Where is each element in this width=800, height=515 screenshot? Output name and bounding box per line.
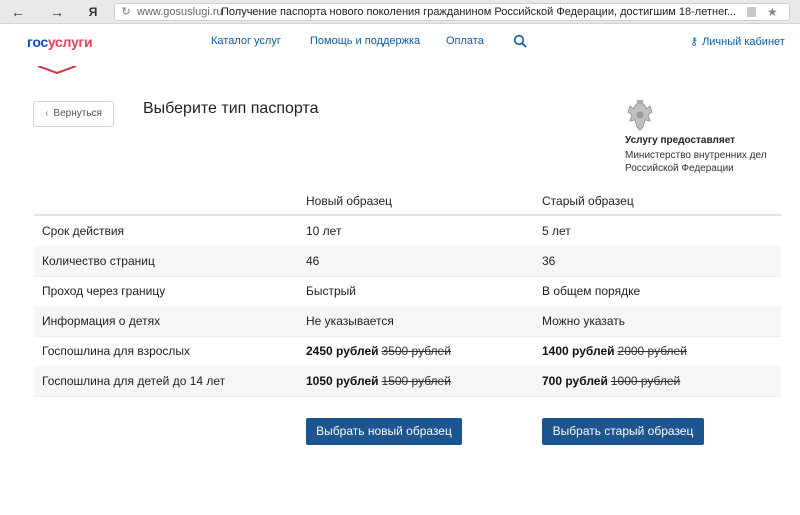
column-old: Старый образец (542, 194, 634, 208)
address-bar[interactable]: ↻ www.gosuslugi.ru Получение паспорта но… (114, 3, 790, 21)
choose-old-button[interactable]: Выбрать старый образец (542, 418, 704, 445)
old-price: 1400 рублей (542, 344, 615, 358)
row-new-value: Быстрый (306, 284, 356, 298)
row-new-value: 10 лет (306, 224, 342, 238)
browser-toolbar: ← → Я ↻ www.gosuslugi.ru Получение паспо… (0, 0, 800, 24)
nav-catalog[interactable]: Каталог услуг (211, 35, 281, 47)
bookmark-star-icon[interactable]: ★ (767, 4, 778, 20)
row-new-price: 1050 рублей 1500 рублей (306, 366, 451, 396)
row-old-value: 36 (542, 254, 556, 268)
table-row: Срок действия 10 лет 5 лет (34, 216, 781, 247)
address-page-title: Получение паспорта нового поколения граж… (221, 6, 736, 18)
reload-icon[interactable]: ↻ (119, 4, 133, 20)
table-row: Госпошлина для взрослых 2450 рублей 3500 … (34, 336, 781, 367)
key-icon: ⚷ (690, 36, 699, 48)
back-label: Вернуться (53, 108, 102, 119)
table-row: Госпошлина для детей до 14 лет 1050 рубл… (34, 366, 781, 397)
table-row: Количество страниц 46 36 (34, 246, 781, 277)
yandex-icon[interactable]: Я (83, 2, 103, 22)
gosuslugi-logo[interactable]: госуслуги (27, 34, 93, 50)
page-title: Выберите тип паспорта (143, 100, 319, 117)
old-price: 700 рублей (542, 374, 608, 388)
cabinet-label: Личный кабинет (702, 36, 785, 48)
row-old-price: 1400 рублей 2000 рублей (542, 336, 687, 366)
back-button[interactable]: ‹ Вернуться (33, 101, 114, 127)
new-price: 1050 рублей (306, 374, 379, 388)
address-domain: www.gosuslugi.ru (137, 6, 223, 18)
back-arrow-icon[interactable]: ← (8, 2, 28, 22)
forward-arrow-icon[interactable]: → (47, 2, 67, 22)
provider-line-1: Министерство внутренних дел (625, 150, 767, 161)
new-price: 2450 рублей (306, 344, 379, 358)
new-old-price: 1500 рублей (381, 374, 451, 388)
nav-payment[interactable]: Оплата (446, 35, 484, 47)
row-label: Проход через границу (42, 284, 166, 298)
row-old-value: В общем порядке (542, 284, 641, 298)
provider-heading: Услугу предоставляет (625, 135, 736, 146)
personal-cabinet-link[interactable]: ⚷ Личный кабинет (690, 35, 785, 48)
site-header: госуслуги Каталог услуг Помощь и поддерж… (0, 24, 800, 66)
emblem-bottom-icon (37, 66, 77, 74)
logo-part1: гос (27, 34, 48, 50)
row-label: Госпошлина для взрослых (42, 344, 191, 358)
old-old-price: 2000 рублей (617, 344, 687, 358)
chevron-left-icon: ‹ (45, 108, 49, 119)
table-row: Проход через границу Быстрый В общем пор… (34, 276, 781, 307)
row-old-value: Можно указать (542, 314, 626, 328)
row-label: Госпошлина для детей до 14 лет (42, 374, 226, 388)
provider-line-2: Российской Федерации (625, 163, 734, 174)
logo-part2: услуги (47, 34, 93, 50)
old-old-price: 1000 рублей (610, 374, 681, 388)
nav-help[interactable]: Помощь и поддержка (310, 35, 420, 47)
lock-icon[interactable] (747, 7, 756, 17)
column-new: Новый образец (306, 194, 393, 208)
row-label: Срок действия (42, 224, 125, 238)
row-label: Информация о детях (42, 314, 161, 328)
coat-of-arms-icon (627, 100, 653, 131)
row-label: Количество страниц (42, 254, 155, 268)
search-icon[interactable] (513, 34, 527, 48)
choose-new-button[interactable]: Выбрать новый образец (306, 418, 462, 445)
row-new-value: 46 (306, 254, 320, 268)
table-row: Информация о детях Не указывается Можно … (34, 306, 781, 337)
row-old-price: 700 рублей 1000 рублей (542, 366, 680, 396)
row-new-value: Не указывается (306, 314, 394, 328)
new-old-price: 3500 рублей (381, 344, 451, 358)
row-new-price: 2450 рублей 3500 рублей (306, 336, 451, 366)
row-old-value: 5 лет (542, 224, 571, 238)
